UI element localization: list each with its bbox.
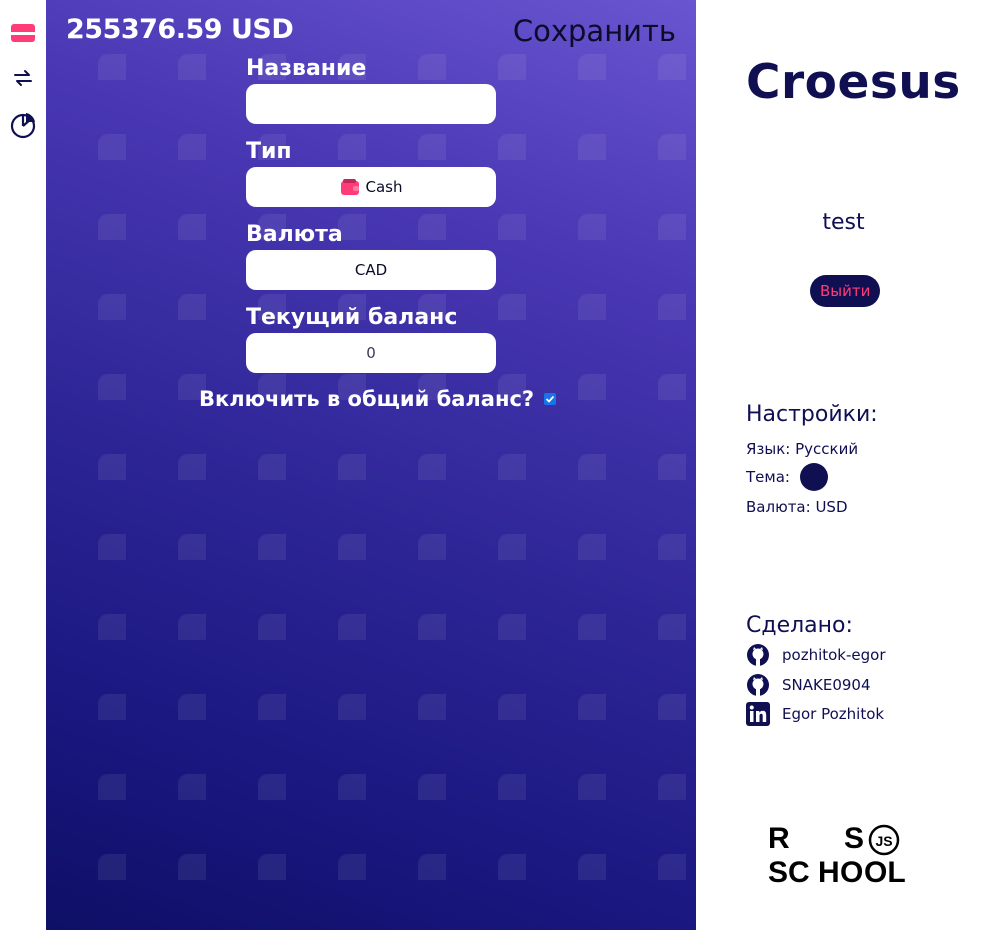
- main-panel: 255376.59 USD Сохранить Название Тип Cas…: [46, 0, 696, 930]
- name-label: Название: [246, 56, 367, 81]
- balance-label: Текущий баланс: [246, 305, 458, 330]
- credit-link-egor-pozhitok[interactable]: Egor Pozhitok: [746, 702, 884, 726]
- currency-value: CAD: [354, 261, 388, 279]
- background-pattern: [46, 0, 696, 930]
- logout-button[interactable]: Выйти: [810, 275, 881, 307]
- include-label: Включить в общий баланс?: [199, 387, 535, 411]
- card-icon: [11, 24, 35, 42]
- name-input[interactable]: [254, 94, 488, 114]
- settings-title: Настройки:: [746, 402, 878, 427]
- logo-s: S: [844, 822, 864, 855]
- pie-chart-icon: [10, 113, 36, 139]
- language-label: Язык: Русский: [746, 440, 859, 458]
- theme-toggle[interactable]: [799, 463, 828, 491]
- sidebar: [0, 0, 46, 930]
- arrows-exchange-icon: [14, 70, 32, 86]
- logo-sc: SC: [768, 856, 810, 886]
- logo-h: H: [818, 856, 840, 886]
- logo-r: R: [768, 822, 790, 855]
- currency-label: Валюта: [246, 222, 343, 247]
- made-by-title: Сделано:: [746, 613, 853, 638]
- credit-label: pozhitok-egor: [782, 646, 886, 664]
- linkedin-icon: [746, 702, 770, 726]
- include-checkbox[interactable]: [544, 393, 557, 405]
- rs-school-logo[interactable]: R S SC H O OL JS: [768, 820, 920, 886]
- balance-input[interactable]: [254, 343, 488, 363]
- language-setting[interactable]: Язык: Русский: [746, 440, 858, 458]
- credit-link-pozhitok-egor[interactable]: pozhitok-egor: [746, 643, 886, 667]
- credit-label: SNAKE0904: [782, 676, 871, 694]
- type-select[interactable]: Cash: [246, 167, 496, 207]
- right-panel: Croesus test Выйти Настройки: Язык: Русс…: [696, 0, 991, 930]
- credit-label: Egor Pozhitok: [782, 705, 885, 723]
- nav-transactions[interactable]: [8, 63, 38, 93]
- wallet-icon: [340, 179, 359, 195]
- github-icon: [747, 644, 769, 666]
- logo-o: O: [840, 856, 863, 886]
- currency-setting[interactable]: Валюта: USD: [746, 498, 848, 516]
- save-button[interactable]: Сохранить: [513, 14, 676, 48]
- balance-field-box: [246, 333, 496, 373]
- nav-accounts[interactable]: [8, 18, 38, 48]
- type-value: Cash: [365, 178, 403, 196]
- total-balance: 255376.59 USD: [66, 14, 294, 45]
- theme-setting: Тема:: [746, 463, 828, 491]
- currency-setting-label: Валюта: USD: [746, 498, 848, 516]
- username: test: [822, 210, 865, 235]
- name-field-box: [246, 84, 496, 124]
- type-label: Тип: [246, 139, 292, 164]
- currency-select[interactable]: CAD: [246, 250, 496, 290]
- app-title: Croesus: [746, 55, 961, 110]
- github-icon: [747, 674, 769, 696]
- check-icon: [545, 395, 555, 403]
- include-row: Включить в общий баланс?: [199, 387, 557, 411]
- theme-label: Тема:: [746, 468, 790, 486]
- logo-ol: OL: [864, 856, 906, 886]
- logo-js-text: JS: [875, 833, 892, 849]
- nav-statistics[interactable]: [8, 110, 38, 140]
- credit-link-snake0904[interactable]: SNAKE0904: [746, 673, 871, 697]
